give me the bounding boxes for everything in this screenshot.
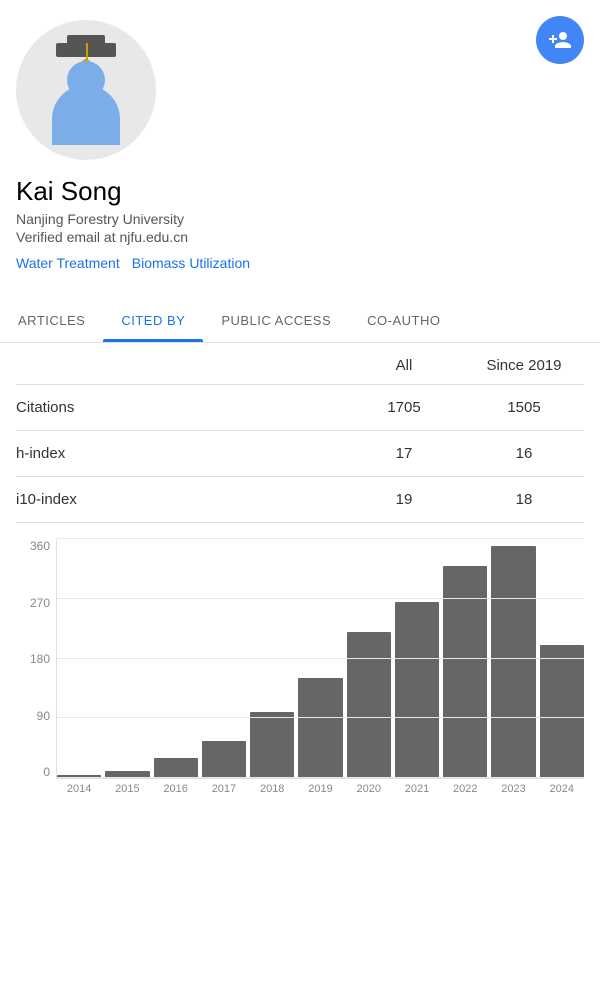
tab-articles[interactable]: ARTICLES <box>0 299 103 342</box>
chart-y-axis: 360 270 180 90 0 <box>16 539 56 779</box>
tab-cited-by[interactable]: CITED BY <box>103 299 203 342</box>
stats-header: All Since 2019 <box>16 343 584 385</box>
chart-bars-area <box>56 539 584 779</box>
chart-bar <box>395 602 439 778</box>
profile-section: Kai Song Nanjing Forestry University Ver… <box>0 0 600 291</box>
stat-i10index-since: 18 <box>464 491 584 508</box>
chart-bar <box>347 632 391 778</box>
y-axis-label: 180 <box>30 652 50 666</box>
stat-hindex-label: h-index <box>16 445 344 462</box>
chart-bar <box>298 678 342 778</box>
x-axis-label: 2020 <box>347 783 391 795</box>
chart-wrapper: 360 270 180 90 0 <box>16 539 584 779</box>
avatar-body <box>52 85 120 145</box>
stats-row-i10index: i10-index 19 18 <box>16 477 584 523</box>
stat-hindex-all: 17 <box>344 445 464 462</box>
x-axis-label: 2022 <box>443 783 487 795</box>
tab-public-access[interactable]: PUBLIC ACCESS <box>203 299 349 342</box>
stats-section: All Since 2019 Citations 1705 1505 h-ind… <box>0 343 600 523</box>
chart-bar <box>154 758 198 778</box>
x-axis-label: 2014 <box>57 783 101 795</box>
stats-row-hindex: h-index 17 16 <box>16 431 584 477</box>
interest-biomass-utilization[interactable]: Biomass Utilization <box>132 255 250 271</box>
avatar-figure <box>36 35 136 145</box>
stats-col-since: Since 2019 <box>464 357 584 374</box>
y-axis-label: 90 <box>37 709 50 723</box>
chart-bar <box>57 775 101 778</box>
research-interests: Water Treatment Biomass Utilization <box>16 255 584 271</box>
stats-col-label <box>16 357 344 374</box>
author-name: Kai Song <box>16 176 584 207</box>
stats-row-citations: Citations 1705 1505 <box>16 385 584 431</box>
x-axis-label: 2023 <box>491 783 535 795</box>
chart-bar <box>202 741 246 778</box>
add-author-button[interactable] <box>536 16 584 64</box>
chart-bar <box>105 771 149 778</box>
interest-water-treatment[interactable]: Water Treatment <box>16 255 120 271</box>
stat-i10index-label: i10-index <box>16 491 344 508</box>
avatar <box>16 20 156 160</box>
stat-citations-label: Citations <box>16 399 344 416</box>
person-add-icon <box>548 28 572 52</box>
x-axis-label: 2017 <box>202 783 246 795</box>
author-affiliation: Nanjing Forestry University <box>16 211 584 227</box>
chart-section: 360 270 180 90 0 2014 2015 2016 2017 2018 2019 202… <box>0 523 600 795</box>
x-axis-label: 2021 <box>395 783 439 795</box>
chart-bar <box>250 712 294 778</box>
x-axis-label: 2024 <box>540 783 584 795</box>
tab-co-authors[interactable]: CO-AUTHO <box>349 299 458 342</box>
chart-bar <box>491 546 535 778</box>
stats-col-all: All <box>344 357 464 374</box>
chart-bar <box>540 645 584 778</box>
stat-i10index-all: 19 <box>344 491 464 508</box>
author-email: Verified email at njfu.edu.cn <box>16 229 584 245</box>
x-axis-label: 2016 <box>154 783 198 795</box>
chart-x-axis: 2014 2015 2016 2017 2018 2019 2020 2021 2022 2023… <box>16 783 584 795</box>
y-axis-label: 0 <box>43 765 50 779</box>
stat-citations-all: 1705 <box>344 399 464 416</box>
graduation-cap <box>56 35 116 63</box>
x-axis-label: 2019 <box>298 783 342 795</box>
chart-bar <box>443 566 487 778</box>
x-axis-label: 2018 <box>250 783 294 795</box>
y-axis-label: 360 <box>30 539 50 553</box>
stat-hindex-since: 16 <box>464 445 584 462</box>
stat-citations-since: 1505 <box>464 399 584 416</box>
y-axis-label: 270 <box>30 596 50 610</box>
x-axis-label: 2015 <box>105 783 149 795</box>
tabs-container: ARTICLES CITED BY PUBLIC ACCESS CO-AUTHO <box>0 299 600 343</box>
chart-grid-line <box>57 538 584 539</box>
